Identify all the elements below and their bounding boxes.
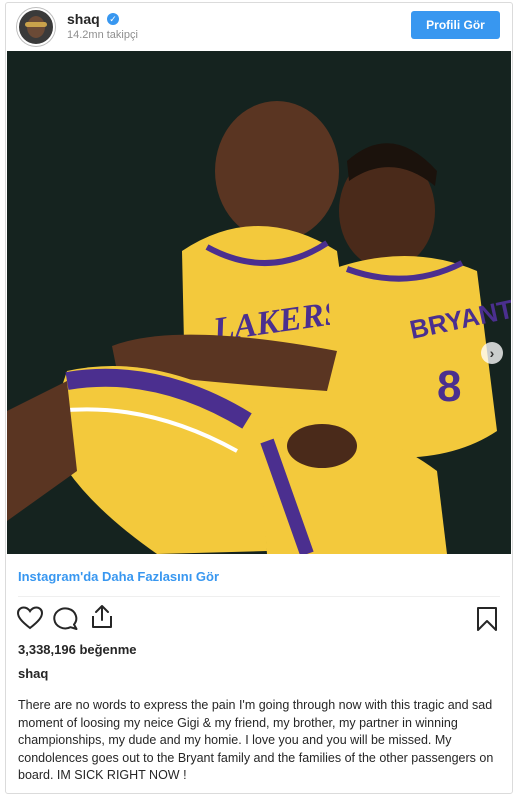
- post-header: shaq ✓ 14.2mn takipçi Profili Gör: [6, 3, 512, 49]
- post-photo[interactable]: LAKERS BRYANT 8 ›: [7, 51, 511, 554]
- profile-avatar[interactable]: [17, 8, 55, 46]
- verified-badge-icon: ✓: [107, 13, 119, 25]
- bookmark-icon[interactable]: [476, 606, 498, 632]
- caption-username[interactable]: shaq: [18, 666, 48, 681]
- share-icon[interactable]: [90, 604, 114, 630]
- post-caption: There are no words to express the pain I…: [18, 698, 494, 782]
- divider: [18, 596, 500, 597]
- follower-count: 14.2mn takipçi: [67, 29, 138, 41]
- comment-bubble-icon[interactable]: [53, 606, 79, 630]
- avatar-face: [27, 16, 45, 38]
- instagram-embed-card: shaq ✓ 14.2mn takipçi Profili Gör LAKERS…: [5, 2, 513, 794]
- like-count[interactable]: 3,338,196 beğenme: [18, 642, 137, 657]
- avatar-glasses: [25, 22, 47, 27]
- post-photo-illustration: LAKERS BRYANT 8: [7, 51, 511, 554]
- chevron-right-icon[interactable]: ›: [481, 342, 503, 364]
- view-profile-button[interactable]: Profili Gör: [411, 11, 500, 39]
- username[interactable]: shaq: [67, 11, 100, 27]
- jersey-number: 8: [437, 362, 461, 411]
- view-more-on-instagram-link[interactable]: Instagram'da Daha Fazlasını Gör: [18, 569, 219, 584]
- heart-icon[interactable]: [17, 606, 43, 630]
